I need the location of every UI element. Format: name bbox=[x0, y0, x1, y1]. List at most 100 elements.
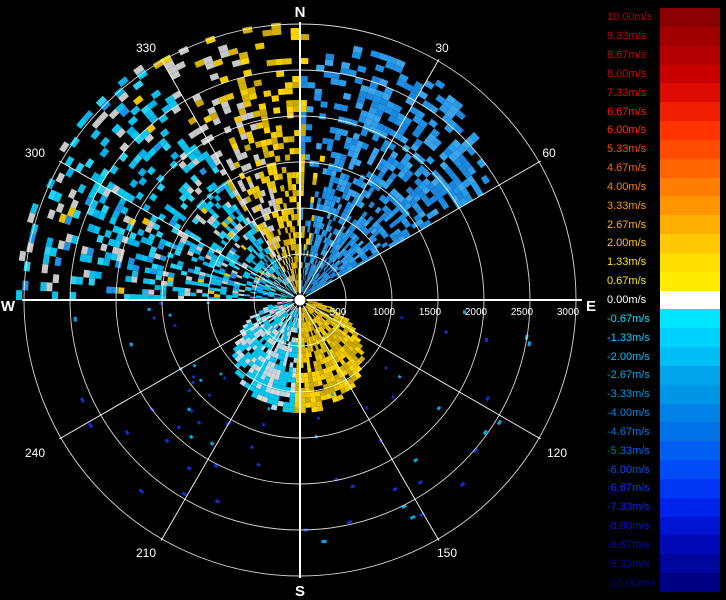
legend-entry: 8.67m/s bbox=[604, 45, 726, 65]
legend-entry: 4.00m/s bbox=[604, 177, 726, 197]
legend-label: -0.67m/s bbox=[607, 312, 650, 325]
echo-gate bbox=[272, 143, 279, 151]
echo-gate bbox=[232, 295, 239, 298]
legend-swatch bbox=[660, 8, 720, 28]
azimuth-label-60: 60 bbox=[542, 146, 556, 160]
echo-gate bbox=[290, 28, 300, 35]
echo-gate bbox=[289, 196, 294, 203]
legend-entry: 6.00m/s bbox=[604, 121, 726, 141]
echo-gate bbox=[112, 286, 119, 294]
echo-gate bbox=[152, 316, 156, 320]
range-label-2000: 2000 bbox=[465, 307, 488, 318]
echo-gate bbox=[147, 307, 151, 312]
legend-swatch bbox=[660, 234, 720, 254]
echo-gate bbox=[303, 357, 307, 363]
legend-label: 1.33m/s bbox=[607, 256, 647, 269]
legend-swatch bbox=[660, 441, 720, 461]
legend-entry: 0.00m/s bbox=[604, 290, 726, 310]
azimuth-label-30: 30 bbox=[435, 41, 449, 55]
echo-gate bbox=[262, 120, 270, 128]
echo-gate bbox=[155, 274, 163, 281]
azimuth-label-150: 150 bbox=[437, 546, 457, 560]
radar-center-marker bbox=[293, 293, 307, 307]
echo-gate bbox=[329, 126, 337, 134]
echo-gate bbox=[291, 377, 296, 383]
legend-swatch bbox=[660, 102, 720, 122]
echo-gate bbox=[290, 34, 300, 41]
echo-gate bbox=[309, 391, 316, 398]
echo-gate bbox=[290, 208, 295, 215]
legend-entry: -4.00m/s bbox=[604, 403, 726, 423]
legend-entry: -8.67m/s bbox=[604, 535, 726, 555]
echo-gate bbox=[263, 126, 271, 134]
echo-gate bbox=[89, 270, 97, 279]
echo-gate bbox=[321, 539, 327, 544]
legend-swatch bbox=[660, 177, 720, 197]
echo-gate bbox=[309, 160, 315, 167]
legend-swatch bbox=[660, 403, 720, 423]
echo-gate bbox=[73, 316, 77, 322]
echo-gate bbox=[289, 397, 295, 403]
legend-swatch bbox=[660, 516, 720, 536]
echo-gate bbox=[307, 82, 316, 89]
echo-gate bbox=[292, 196, 297, 203]
legend-entry: -2.00m/s bbox=[604, 347, 726, 367]
echo-gate bbox=[142, 288, 149, 295]
echo-gate bbox=[288, 402, 295, 408]
echo-gate bbox=[196, 289, 203, 294]
echo-gate bbox=[310, 396, 317, 403]
echo-gate bbox=[292, 367, 297, 373]
echo-gate bbox=[260, 114, 269, 122]
legend-entry: 0.67m/s bbox=[604, 271, 726, 292]
echo-gate bbox=[263, 90, 272, 98]
legend-label: 6.00m/s bbox=[607, 124, 647, 137]
legend-swatch bbox=[660, 478, 720, 499]
echo-gate bbox=[41, 263, 49, 274]
echo-gate bbox=[132, 264, 140, 272]
echo-gate bbox=[287, 178, 292, 185]
echo-gate bbox=[291, 184, 297, 191]
echo-gate bbox=[304, 392, 311, 398]
legend-entry: -5.33m/s bbox=[604, 441, 726, 461]
echo-gate bbox=[76, 276, 84, 285]
echo-gate bbox=[168, 313, 172, 317]
echo-gate bbox=[308, 381, 314, 388]
legend-label: -6.67m/s bbox=[607, 482, 650, 495]
echo-gate bbox=[305, 124, 313, 131]
echo-gate bbox=[321, 137, 329, 145]
legend-label: 4.67m/s bbox=[607, 162, 647, 175]
echo-gate bbox=[316, 405, 324, 412]
echo-gate bbox=[283, 401, 290, 408]
legend-entry: -0.67m/s bbox=[604, 309, 726, 329]
echo-gate bbox=[277, 400, 284, 407]
legend-entry: -8.00m/s bbox=[604, 516, 726, 536]
echo-gate bbox=[293, 352, 298, 358]
range-label-500: 500 bbox=[330, 307, 347, 318]
echo-gate bbox=[310, 401, 317, 408]
echo-gate bbox=[52, 291, 59, 300]
legend-swatch bbox=[660, 271, 720, 292]
echo-gate bbox=[291, 172, 296, 179]
echo-gate bbox=[313, 94, 322, 102]
echo-gate bbox=[70, 291, 77, 300]
echo-gate bbox=[295, 232, 298, 239]
legend-label: -9.33m/s bbox=[607, 557, 650, 570]
legend-entry: 6.67m/s bbox=[604, 102, 726, 122]
legend-entry: -3.33m/s bbox=[604, 384, 726, 405]
echo-gate bbox=[320, 101, 328, 108]
legend-label: -10.00m/s bbox=[607, 576, 656, 589]
legend-entry: -7.33m/s bbox=[604, 497, 726, 518]
azimuth-label-300: 300 bbox=[25, 146, 45, 160]
legend-swatch bbox=[660, 460, 720, 480]
legend-entry: 10.00m/s bbox=[604, 8, 726, 28]
echo-gate bbox=[300, 106, 307, 113]
echo-gate bbox=[142, 278, 150, 285]
echo-gate bbox=[292, 76, 300, 83]
legend-label: -5.33m/s bbox=[607, 444, 650, 457]
echo-gate bbox=[314, 160, 320, 168]
echo-gate bbox=[184, 291, 191, 297]
echo-gate bbox=[190, 292, 197, 297]
echo-gate bbox=[270, 131, 278, 139]
echo-gate bbox=[266, 59, 276, 67]
legend-swatch bbox=[660, 252, 720, 273]
